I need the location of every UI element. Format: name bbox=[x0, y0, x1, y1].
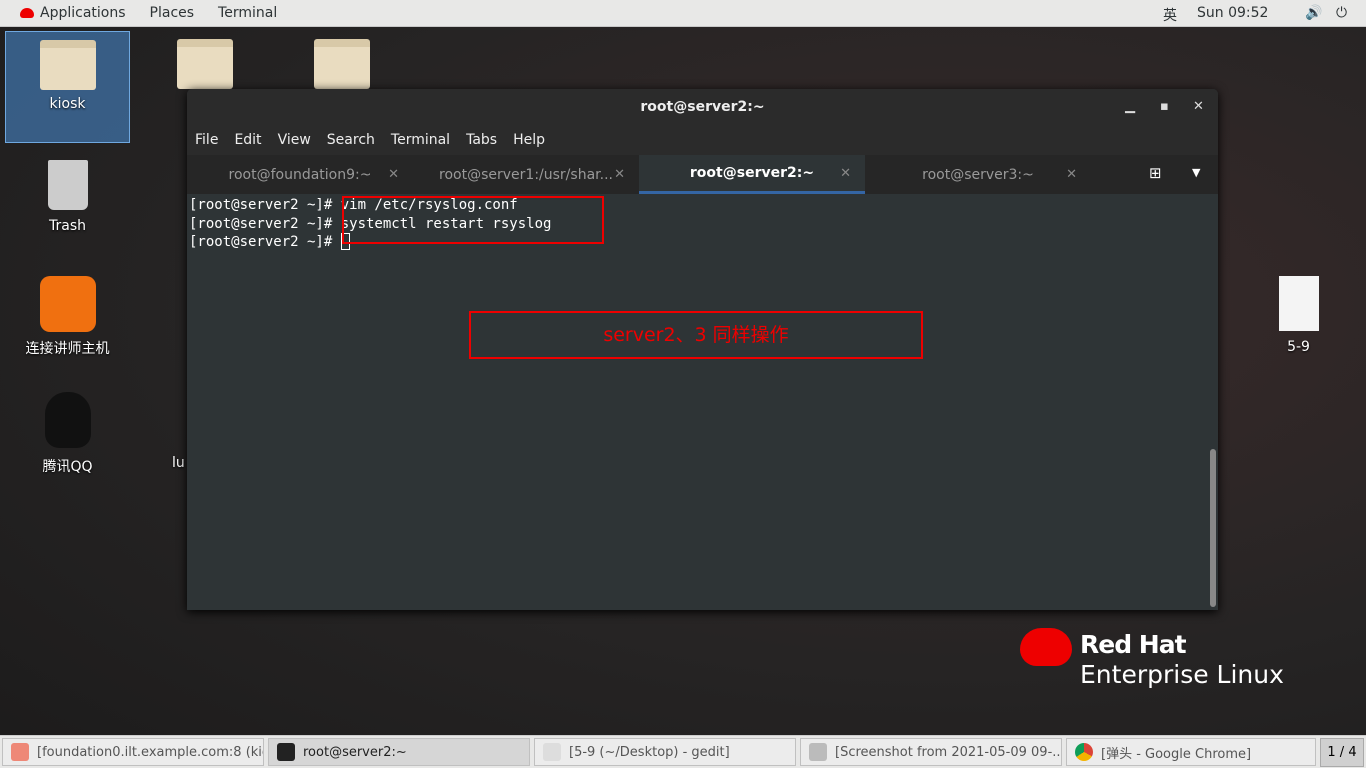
text-file-icon bbox=[1278, 276, 1319, 331]
folder-icon bbox=[313, 39, 370, 89]
icon-label: kiosk bbox=[49, 96, 86, 112]
terminal-icon bbox=[277, 743, 295, 761]
menu-edit[interactable]: Edit bbox=[234, 132, 261, 148]
folder-icon bbox=[176, 39, 233, 89]
terminal-output[interactable]: [root@server2 ~]# vim /etc/rsyslog.conf[… bbox=[187, 194, 1206, 610]
desktop-folder[interactable] bbox=[279, 39, 404, 95]
menu-help[interactable]: Help bbox=[513, 132, 545, 148]
taskbar-label: [5-9 (~/Desktop) - gedit] bbox=[569, 744, 730, 760]
taskbar-item-foundation0[interactable]: [foundation0.ilt.example.com:8 (kio... bbox=[2, 738, 264, 766]
tab-close-icon[interactable]: ✕ bbox=[840, 166, 851, 181]
trash-icon bbox=[47, 160, 88, 210]
menu-bar: File Edit View Search Terminal Tabs Help bbox=[187, 125, 1218, 155]
terminal-menu[interactable]: Terminal bbox=[218, 5, 277, 21]
desktop-icon-trash[interactable]: Trash bbox=[5, 160, 130, 234]
icon-label: 5-9 bbox=[1287, 339, 1310, 355]
redhat-hat-icon bbox=[1020, 628, 1072, 666]
tab-close-icon[interactable]: ✕ bbox=[614, 167, 625, 182]
close-button[interactable]: ✕ bbox=[1193, 89, 1204, 125]
highlight-box bbox=[342, 196, 604, 244]
icon-label: 连接讲师主机 bbox=[25, 341, 110, 357]
annotation-box: server2、3 同样操作 bbox=[469, 311, 923, 359]
clock[interactable]: Sun 09:52 bbox=[1197, 5, 1268, 21]
icon-label: 腾讯QQ bbox=[42, 459, 93, 475]
power-icon[interactable]: ⏻ bbox=[1336, 5, 1347, 21]
desktop-icon-qq[interactable]: 腾讯QQ bbox=[5, 392, 130, 476]
tab-close-icon[interactable]: ✕ bbox=[388, 167, 399, 182]
desktop-icon-kiosk[interactable]: kiosk bbox=[5, 31, 130, 143]
taskbar-label: root@server2:~ bbox=[303, 744, 407, 760]
remote-viewer-icon bbox=[11, 743, 29, 761]
qq-icon bbox=[44, 392, 91, 448]
menu-tabs[interactable]: Tabs bbox=[466, 132, 497, 148]
window-titlebar: root@server2:~ ▁ ▪ ✕ bbox=[187, 89, 1218, 125]
taskbar: [foundation0.ilt.example.com:8 (kio... r… bbox=[0, 735, 1366, 768]
top-bar: Applications Places Terminal 英 Sun 09:52… bbox=[0, 0, 1366, 27]
taskbar-item-chrome[interactable]: [弹头 - Google Chrome] bbox=[1066, 738, 1316, 766]
tab-close-icon[interactable]: ✕ bbox=[1066, 167, 1077, 182]
tab-label: root@server2:~ bbox=[689, 165, 815, 181]
window-title: root@server2:~ bbox=[640, 99, 765, 115]
tab-bar: root@foundation9:~ ✕ root@server1:/usr/sh… bbox=[187, 155, 1218, 194]
menu-file[interactable]: File bbox=[195, 132, 218, 148]
tabs-dropdown-icon[interactable]: ▼ bbox=[1192, 166, 1200, 179]
taskbar-label: [弹头 - Google Chrome] bbox=[1101, 746, 1252, 762]
menu-view[interactable]: View bbox=[278, 132, 311, 148]
taskbar-item-gedit[interactable]: [5-9 (~/Desktop) - gedit] bbox=[534, 738, 796, 766]
tab-server1[interactable]: root@server1:/usr/shar... ✕ bbox=[413, 155, 639, 194]
new-tab-icon[interactable]: ⊞ bbox=[1149, 164, 1162, 182]
terminal-line: [root@server2 ~]# bbox=[189, 234, 341, 250]
tab-label: root@foundation9:~ bbox=[228, 166, 372, 183]
gedit-icon bbox=[543, 743, 561, 761]
taskbar-label: [foundation0.ilt.example.com:8 (kio... bbox=[37, 744, 264, 760]
desktop-icon-5-9[interactable]: 5-9 bbox=[1236, 276, 1361, 355]
desktop-icon-connect[interactable]: 连接讲师主机 bbox=[5, 276, 130, 358]
minimize-button[interactable]: ▁ bbox=[1125, 89, 1135, 125]
places-menu[interactable]: Places bbox=[150, 5, 195, 21]
menu-terminal[interactable]: Terminal bbox=[391, 132, 450, 148]
scrollbar[interactable] bbox=[1210, 449, 1216, 607]
screenshot-icon bbox=[809, 743, 827, 761]
tab-server2[interactable]: root@server2:~ ✕ bbox=[639, 155, 865, 194]
applications-label: Applications bbox=[40, 5, 126, 21]
logo-line2: Enterprise Linux bbox=[1080, 660, 1284, 689]
tab-label: root@server3:~ bbox=[922, 166, 1034, 183]
icon-label: lu bbox=[172, 455, 185, 471]
logo-line1: Red Hat bbox=[1080, 630, 1187, 659]
tab-foundation9[interactable]: root@foundation9:~ ✕ bbox=[187, 155, 413, 194]
volume-icon[interactable]: 🔊 bbox=[1305, 5, 1322, 21]
workspace-pager[interactable]: 1 / 4 bbox=[1320, 738, 1364, 767]
icon-label: Trash bbox=[49, 218, 86, 234]
tab-server3[interactable]: root@server3:~ ✕ bbox=[865, 155, 1091, 194]
home-folder-icon bbox=[39, 40, 96, 90]
maximize-button[interactable]: ▪ bbox=[1160, 89, 1169, 125]
taskbar-item-screenshot[interactable]: [Screenshot from 2021-05-09 09-... bbox=[800, 738, 1062, 766]
redhat-icon bbox=[20, 8, 34, 18]
menu-search[interactable]: Search bbox=[327, 132, 375, 148]
tab-label: root@server1:/usr/shar... bbox=[439, 166, 613, 183]
applications-menu[interactable]: Applications bbox=[12, 5, 126, 21]
taskbar-item-terminal[interactable]: root@server2:~ bbox=[268, 738, 530, 766]
chrome-icon bbox=[1075, 743, 1093, 761]
desktop-folder[interactable] bbox=[142, 39, 267, 95]
input-method[interactable]: 英 bbox=[1163, 5, 1177, 25]
taskbar-label: [Screenshot from 2021-05-09 09-... bbox=[835, 744, 1062, 760]
tiger-icon bbox=[39, 276, 96, 332]
